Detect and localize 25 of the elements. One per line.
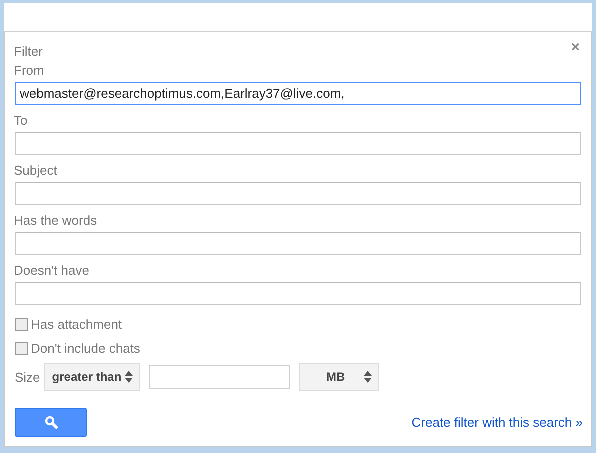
text-field[interactable] — [15, 232, 581, 255]
text-field[interactable] — [15, 282, 581, 305]
updown-icon — [364, 371, 372, 383]
create-filter-link[interactable]: Create filter with this search » — [412, 415, 583, 430]
comparator-dropdown[interactable]: greater than — [44, 363, 140, 391]
checkbox-label: Has attachment — [31, 316, 122, 332]
checkbox[interactable] — [15, 318, 28, 330]
checkbox[interactable] — [15, 342, 28, 354]
size-label: Size — [15, 370, 40, 384]
search-button[interactable] — [15, 408, 87, 437]
text-field[interactable]: webmaster@researchoptimus.com,Earlray37@live.com, — [15, 82, 581, 105]
text-field[interactable] — [15, 182, 581, 205]
close-button[interactable]: × — [571, 40, 580, 55]
field-label: To — [14, 112, 29, 129]
field-label: From — [14, 62, 46, 79]
updown-icon — [125, 371, 134, 383]
text-field[interactable] — [15, 132, 581, 155]
field-label: Subject — [14, 162, 58, 179]
search-icon — [44, 416, 58, 429]
checkbox-label: Don't include chats — [31, 340, 140, 356]
dialog-title: Filter — [14, 44, 43, 59]
size-input[interactable] — [149, 365, 290, 389]
field-label: Doesn't have — [14, 262, 90, 279]
unit-dropdown[interactable]: MB — [299, 363, 380, 391]
field-label: Has the words — [14, 212, 98, 229]
